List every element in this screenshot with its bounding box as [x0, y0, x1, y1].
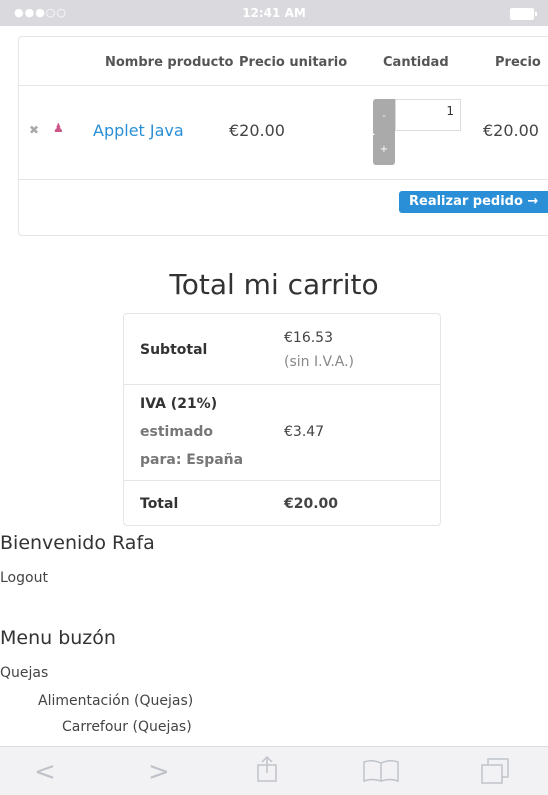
tax-estimated-line2: para: España	[140, 452, 244, 468]
share-icon[interactable]	[256, 755, 278, 790]
status-bar: ●●●○○ 12:41 AM	[0, 0, 548, 26]
total-value: €20.00	[284, 496, 339, 512]
cart-totals-table: Subtotal €16.53 (sin I.V.A.) IVA (21%) e…	[123, 313, 441, 526]
line-total: €20.00	[483, 121, 539, 140]
forward-icon[interactable]: >	[148, 757, 170, 787]
tax-label: IVA (21%)	[140, 396, 218, 412]
cart-table: Nombre producto Precio unitario Cantidad…	[18, 36, 548, 236]
subtotal-value: €16.53	[284, 330, 333, 346]
menu-item-quejas[interactable]: Quejas	[0, 665, 48, 681]
header-unit-price: Precio unitario	[239, 55, 348, 70]
subtotal-label: Subtotal	[140, 342, 208, 358]
menu-heading: Menu buzón	[0, 627, 116, 649]
bookmarks-icon[interactable]	[362, 759, 400, 790]
header-price: Precio	[495, 55, 541, 70]
subtotal-note: (sin I.V.A.)	[284, 354, 355, 370]
cart-totals-title: Total mi carrito	[169, 268, 379, 301]
unit-price: €20.00	[229, 121, 285, 140]
header-product-name: Nombre producto	[105, 55, 234, 70]
clock: 12:41 AM	[242, 6, 306, 20]
quantity-input[interactable]: 1	[395, 99, 461, 131]
tax-estimated-line1: estimado	[140, 424, 213, 440]
back-icon[interactable]: <	[34, 757, 56, 787]
row-divider	[19, 85, 548, 86]
row-divider	[124, 480, 440, 481]
logout-link[interactable]: Logout	[0, 570, 48, 586]
menu-item-carrefour[interactable]: Carrefour (Quejas)	[62, 719, 192, 735]
browser-toolbar: < >	[0, 746, 548, 795]
welcome-heading: Bienvenido Rafa	[0, 532, 155, 554]
tabs-icon[interactable]	[480, 757, 512, 792]
row-divider	[19, 179, 548, 180]
battery-icon	[510, 8, 537, 20]
product-thumbnail-icon[interactable]: ♟	[53, 121, 64, 135]
close-icon[interactable]: ✖	[29, 123, 39, 137]
tax-value: €3.47	[284, 424, 325, 440]
total-label: Total	[140, 496, 179, 512]
quantity-increase-button[interactable]: +	[373, 135, 395, 165]
quantity-decrease-button[interactable]: -	[373, 99, 395, 135]
product-link[interactable]: Applet Java	[93, 121, 184, 140]
menu-item-alimentacion[interactable]: Alimentación (Quejas)	[38, 693, 193, 709]
place-order-button[interactable]: Realizar pedido →	[399, 191, 548, 213]
row-divider	[124, 384, 440, 385]
header-quantity: Cantidad	[383, 55, 449, 70]
